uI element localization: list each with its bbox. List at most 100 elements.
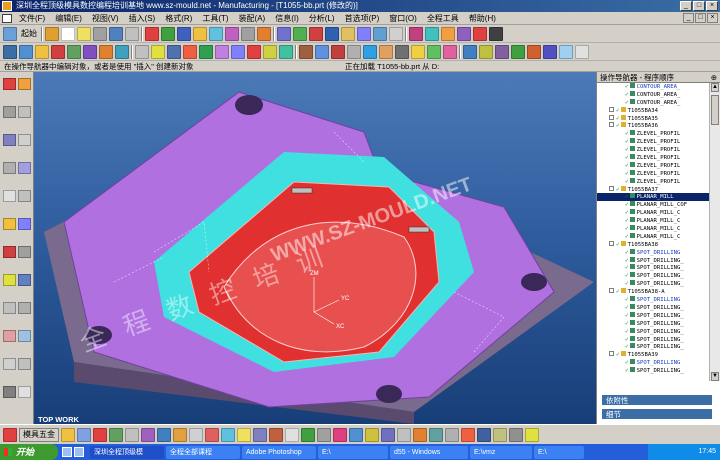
manufacturing-tool-20-icon[interactable] — [315, 44, 329, 59]
operation-node[interactable]: ✓ ZLEVEL_PROFIL — [597, 161, 709, 170]
left-tool-3-icon[interactable] — [3, 106, 16, 118]
bottom-tool-24-icon[interactable] — [429, 427, 443, 442]
left-tool-1-icon[interactable] — [3, 78, 16, 90]
operation-node[interactable]: ✓ SPOT_DRILLING_ — [597, 367, 709, 375]
manufacturing-tool-23-icon[interactable] — [363, 44, 377, 59]
menu-window[interactable]: 窗口(O) — [384, 12, 422, 25]
toolbar-button-6-icon[interactable] — [125, 26, 139, 41]
left-tool-20-icon[interactable] — [18, 330, 31, 342]
bottom-tool-3-icon[interactable] — [93, 427, 107, 442]
manufacturing-tool-19-icon[interactable] — [299, 44, 313, 59]
toolbar-button-7-icon[interactable] — [145, 26, 159, 41]
manufacturing-tool-2-icon[interactable] — [19, 44, 33, 59]
bottom-tool-12-icon[interactable] — [237, 427, 251, 442]
taskbar-task-6[interactable]: E:\vmz — [470, 445, 532, 459]
toolbar-button-23-icon[interactable] — [409, 26, 423, 41]
operation-node[interactable]: ✓ SPOT_DRILLING_ — [597, 280, 709, 288]
bottom-tool-23-icon[interactable] — [413, 427, 427, 442]
menu-preferences[interactable]: 首选项(P) — [340, 12, 385, 25]
manufacturing-tool-12-icon[interactable] — [183, 44, 197, 59]
expand-icon[interactable] — [609, 106, 614, 112]
operation-node[interactable]: ✓ PLANAR_MILL_COF — [597, 201, 709, 209]
toolbar-button-20-icon[interactable] — [357, 26, 371, 41]
manufacturing-tool-6-icon[interactable] — [83, 44, 97, 59]
manufacturing-tool-7-icon[interactable] — [99, 44, 113, 59]
expand-icon[interactable] — [609, 122, 614, 128]
ie-icon[interactable] — [62, 447, 72, 457]
start-icon[interactable] — [3, 26, 17, 41]
left-tool-4-icon[interactable] — [18, 106, 31, 118]
program-group-node[interactable]: ✓ T1055BA37 — [597, 185, 709, 194]
left-tool-18-icon[interactable] — [18, 302, 31, 314]
graphics-viewport[interactable]: ZM YC XC WWW.SZ-MOULD.NET 全程数控培训 TOP WOR… — [34, 72, 596, 424]
expand-icon[interactable] — [609, 185, 614, 191]
desktop-icon[interactable] — [74, 447, 84, 457]
toolbar-button-15-icon[interactable] — [277, 26, 291, 41]
bottom-tool-13-icon[interactable] — [253, 427, 267, 442]
bottom-tool-5-icon[interactable] — [125, 427, 139, 442]
manufacturing-tool-4-icon[interactable] — [51, 44, 65, 59]
program-group-node[interactable]: ✓ T1055BA35 — [597, 114, 709, 123]
manufacturing-tool-26-icon[interactable] — [411, 44, 425, 59]
toolbar-button-10-icon[interactable] — [193, 26, 207, 41]
bottom-tool-14-icon[interactable] — [269, 427, 283, 442]
operation-node[interactable]: ✓ ZLEVEL_PROFIL — [597, 130, 709, 138]
doc-restore-button[interactable]: □ — [695, 13, 706, 23]
manufacturing-tool-5-icon[interactable] — [67, 44, 81, 59]
toolbar-button-26-icon[interactable] — [457, 26, 471, 41]
menu-edit[interactable]: 编辑(E) — [50, 12, 87, 25]
operation-node[interactable]: ✓ PLANAR_MILL_C — [597, 225, 709, 233]
toolbar-button-12-icon[interactable] — [225, 26, 239, 41]
toolbar-button-21-icon[interactable] — [373, 26, 387, 41]
operation-node[interactable]: ✓ SPOT_DRILLING_ — [597, 327, 709, 336]
manufacturing-tool-21-icon[interactable] — [331, 44, 345, 59]
bottom-tool-22-icon[interactable] — [397, 427, 411, 442]
expand-icon[interactable] — [609, 114, 614, 120]
bottom-tool-20-icon[interactable] — [365, 427, 379, 442]
toolbar-button-2-icon[interactable] — [61, 26, 75, 41]
bottom-tool-15-icon[interactable] — [285, 427, 299, 442]
left-tool-7-icon[interactable] — [3, 162, 16, 174]
left-tool-6-icon[interactable] — [18, 134, 31, 146]
manufacturing-tool-35-icon[interactable] — [559, 44, 573, 59]
close-button[interactable]: × — [706, 1, 718, 11]
operation-node[interactable]: ✓ SPOT_DRILLING_ — [597, 335, 709, 344]
manufacturing-tool-13-icon[interactable] — [199, 44, 213, 59]
left-tool-8-icon[interactable] — [18, 162, 31, 174]
operation-node[interactable]: ✓ SPOT_DRILLING — [597, 248, 709, 257]
manufacturing-tool-31-icon[interactable] — [495, 44, 509, 59]
manufacturing-tool-14-icon[interactable] — [215, 44, 229, 59]
menu-format[interactable]: 格式(R) — [160, 12, 197, 25]
toolbar-button-13-icon[interactable] — [241, 26, 255, 41]
operation-node[interactable]: ✓ ZLEVEL_PROFIL — [597, 169, 709, 178]
toolbar-button-24-icon[interactable] — [425, 26, 439, 41]
manufacturing-tool-24-icon[interactable] — [379, 44, 393, 59]
operation-node[interactable]: ✓ CONTOUR_AREA_ — [597, 83, 709, 91]
toolbar-button-4-icon[interactable] — [93, 26, 107, 41]
scroll-thumb[interactable] — [711, 95, 719, 125]
program-group-node[interactable]: ✓ T1055BA36 — [597, 122, 709, 130]
left-tool-9-icon[interactable] — [3, 190, 16, 202]
left-tool-11-icon[interactable] — [3, 218, 16, 230]
bottom-tool-16-icon[interactable] — [301, 427, 315, 442]
menu-insert[interactable]: 插入(S) — [124, 12, 161, 25]
manufacturing-tool-3-icon[interactable] — [35, 44, 49, 59]
left-tool-12-icon[interactable] — [18, 218, 31, 230]
taskbar-task-4[interactable]: E:\ — [318, 445, 388, 459]
manufacturing-tool-16-icon[interactable] — [247, 44, 261, 59]
menu-full-tools[interactable]: 全程工具 — [422, 12, 464, 25]
taskbar-task-3[interactable]: Adobe Photoshop — [242, 445, 316, 459]
left-tool-10-icon[interactable] — [18, 190, 31, 202]
taskbar-task-5[interactable]: d55 - Windows — [390, 445, 468, 459]
navigator-scrollbar[interactable]: ▲ ▼ — [709, 83, 720, 381]
left-tool-5-icon[interactable] — [3, 134, 16, 146]
bottom-tool-21-icon[interactable] — [381, 427, 395, 442]
manufacturing-tool-33-icon[interactable] — [527, 44, 541, 59]
doc-minimize-button[interactable]: _ — [683, 13, 694, 23]
operation-node[interactable]: ✓ SPOT_DRILLING_ — [597, 264, 709, 272]
bottom-tool-28-icon[interactable] — [493, 427, 507, 442]
bottom-tool-17-icon[interactable] — [317, 427, 331, 442]
manufacturing-tool-25-icon[interactable] — [395, 44, 409, 59]
menu-analysis[interactable]: 分析(L) — [304, 12, 340, 25]
taskbar-task-7[interactable]: E:\ — [534, 445, 584, 459]
